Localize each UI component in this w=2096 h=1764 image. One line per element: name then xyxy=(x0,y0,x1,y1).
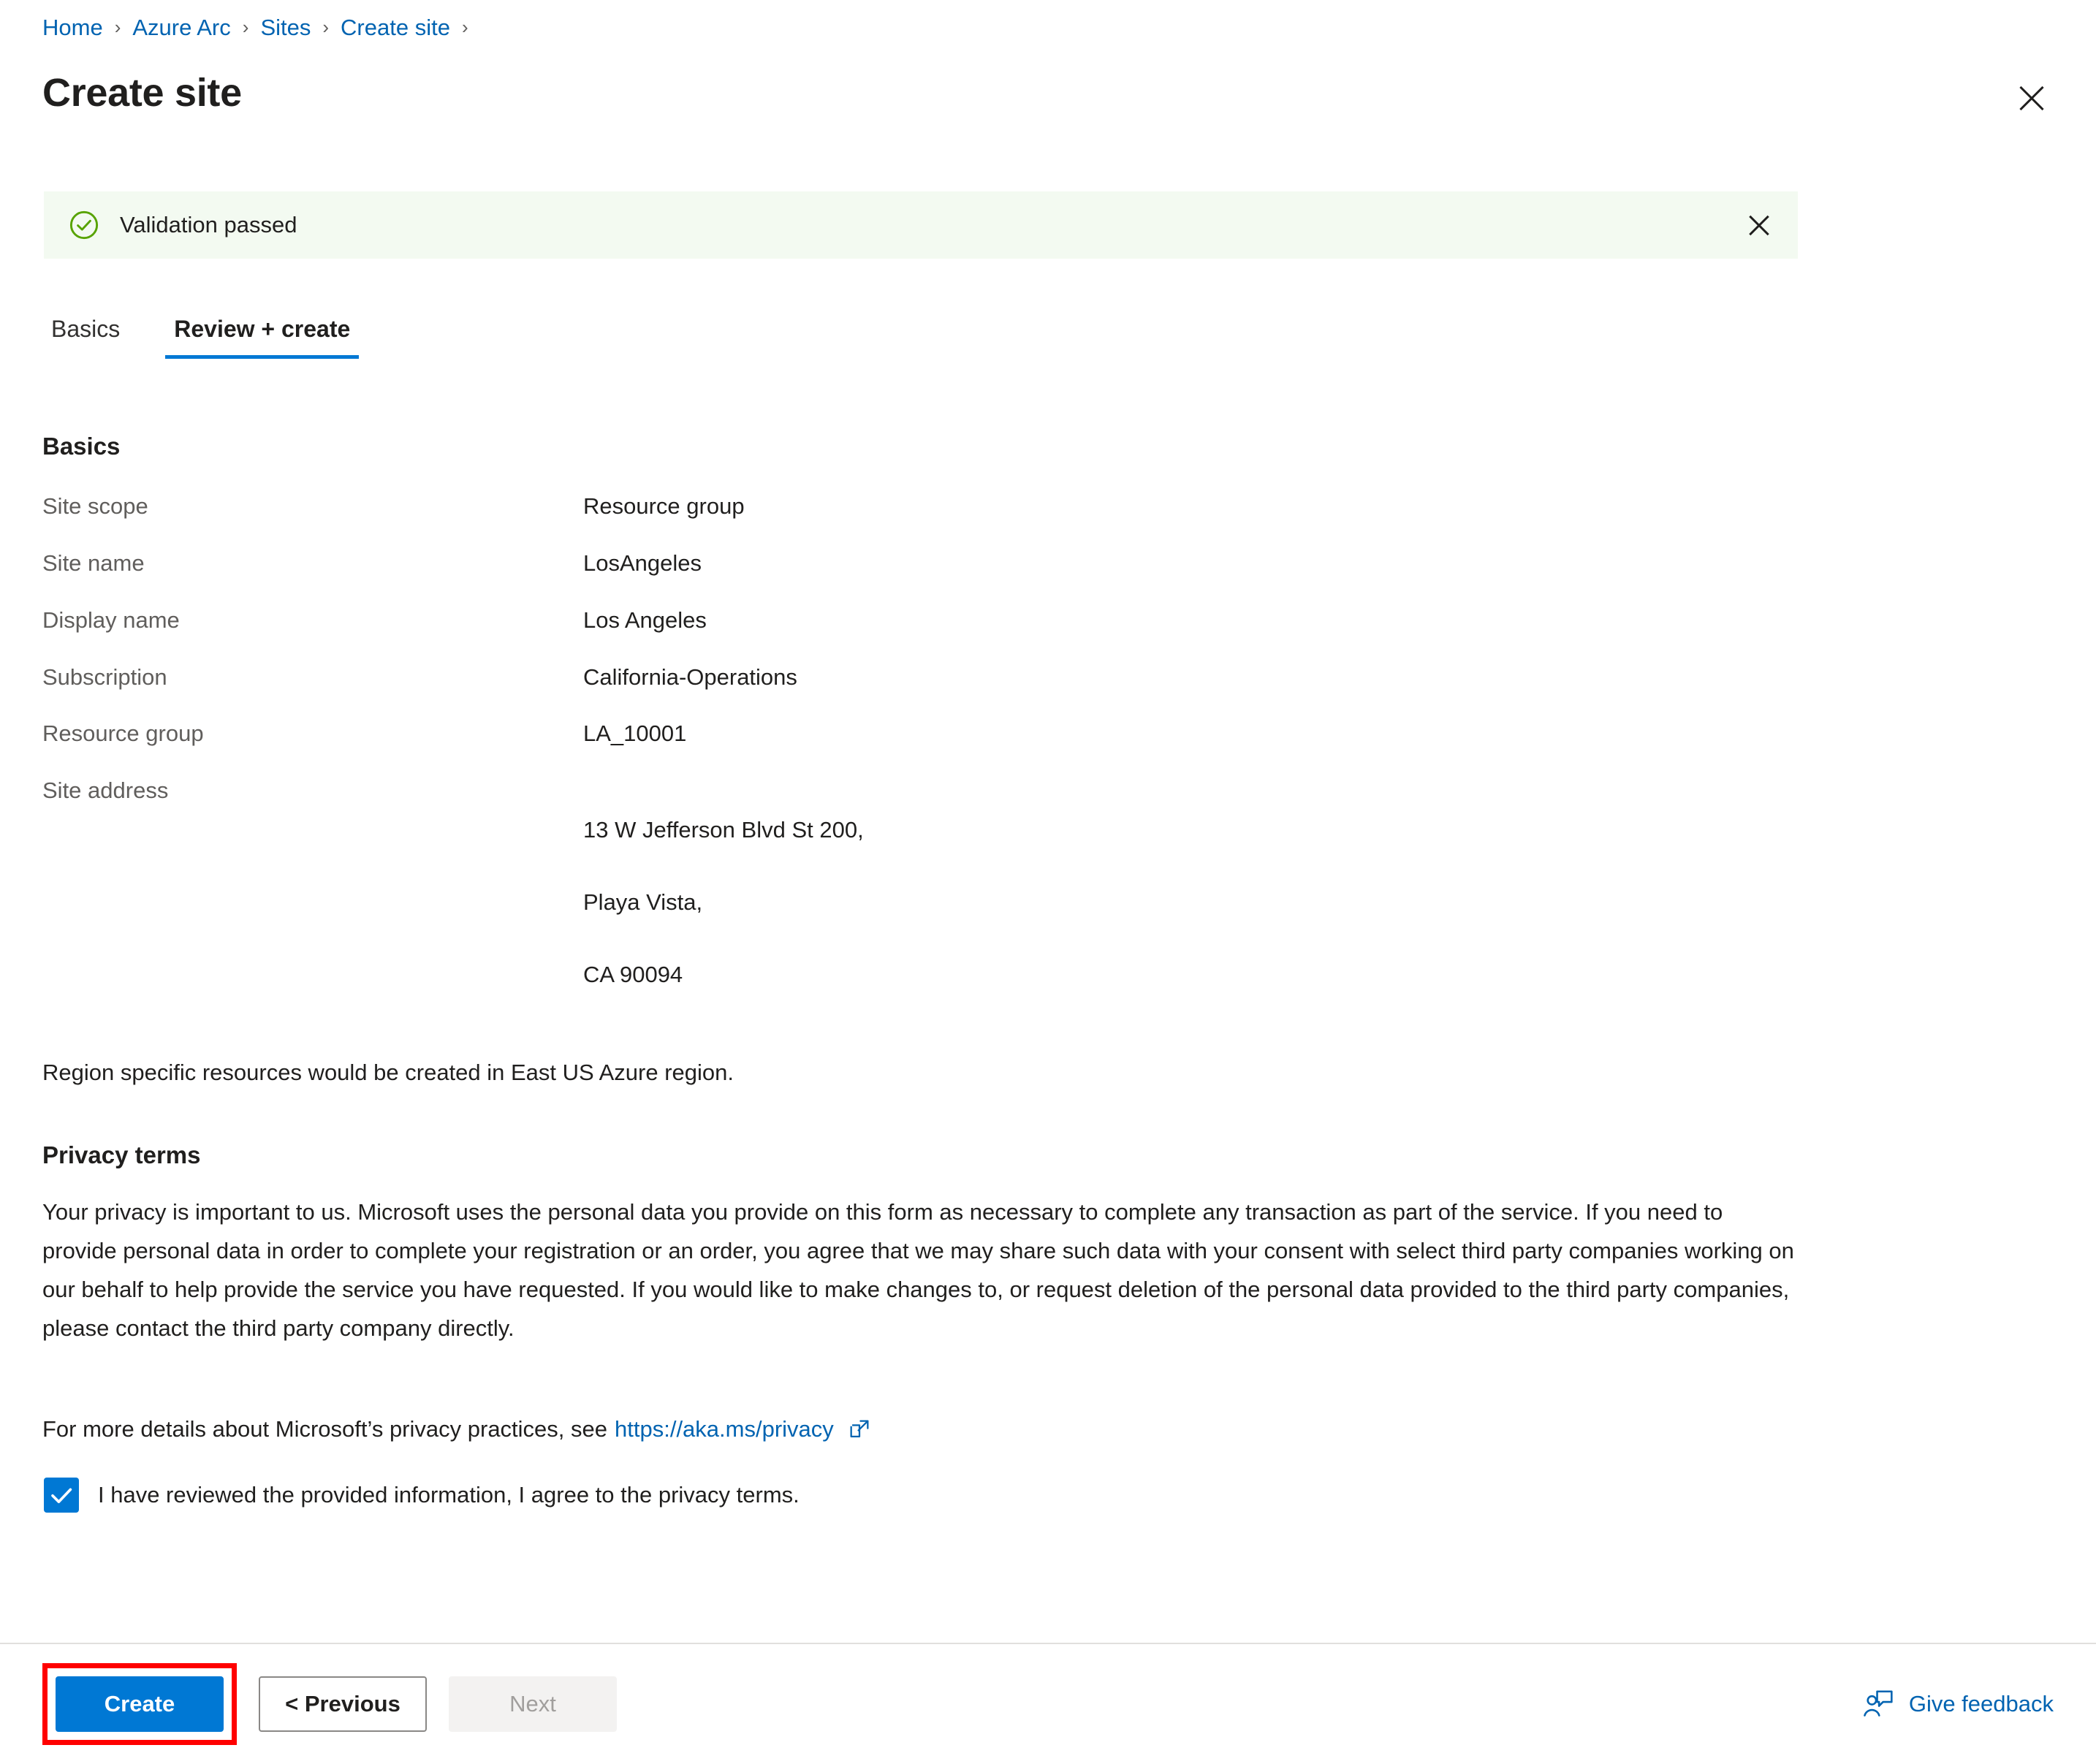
breadcrumb-separator-icon: › xyxy=(461,16,468,38)
page-title: Create site xyxy=(42,71,242,115)
breadcrumb: Home › Azure Arc › Sites › Create site › xyxy=(42,13,480,42)
create-button-highlight: Create xyxy=(42,1663,237,1745)
address-line-3: CA 90094 xyxy=(583,962,683,988)
breadcrumb-separator-icon: › xyxy=(114,16,121,38)
privacy-link-prefix: For more details about Microsoft’s priva… xyxy=(42,1416,608,1442)
summary-value: Los Angeles xyxy=(583,607,707,633)
wizard-footer: Create < Previous Next Give feedback xyxy=(0,1644,2096,1764)
summary-row-site-scope: Site scope Resource group xyxy=(42,491,1796,522)
summary-label: Resource group xyxy=(42,721,204,747)
privacy-consent-row: I have reviewed the provided information… xyxy=(44,1478,800,1513)
summary-row-site-name: Site name LosAngeles xyxy=(42,548,1796,579)
summary-row-display-name: Display name Los Angeles xyxy=(42,605,1796,636)
validation-banner: Validation passed xyxy=(44,191,1798,259)
give-feedback-link[interactable]: Give feedback xyxy=(1862,1688,2054,1720)
privacy-terms-body: Your privacy is important to us. Microso… xyxy=(42,1199,1794,1341)
dismiss-banner-button[interactable] xyxy=(1741,207,1777,243)
title-row: Create site xyxy=(42,71,2052,130)
breadcrumb-separator-icon: › xyxy=(322,16,330,38)
summary-value: California-Operations xyxy=(583,664,797,690)
summary-value: Resource group xyxy=(583,493,745,519)
privacy-consent-label: I have reviewed the provided information… xyxy=(98,1482,800,1508)
summary-row-resource-group: Resource group LA_10001 xyxy=(42,718,1796,749)
basics-summary-table: Site scope Resource group Site name LosA… xyxy=(42,491,1796,1029)
next-button: Next xyxy=(449,1676,617,1732)
summary-value: LosAngeles xyxy=(583,550,702,576)
breadcrumb-item-sites[interactable]: Sites xyxy=(260,15,311,41)
tab-review-create[interactable]: Review + create xyxy=(165,316,360,359)
wizard-tabs: Basics Review + create xyxy=(42,316,360,381)
address-line-1: 13 W Jefferson Blvd St 200, xyxy=(583,816,864,843)
privacy-terms-heading: Privacy terms xyxy=(42,1141,201,1168)
address-line-2: Playa Vista, xyxy=(583,889,703,915)
basics-section-heading: Basics xyxy=(42,433,121,460)
summary-label: Display name xyxy=(42,607,180,633)
summary-label: Site address xyxy=(42,778,169,804)
breadcrumb-item-create-site[interactable]: Create site xyxy=(341,15,450,41)
summary-value: LA_10001 xyxy=(583,721,687,747)
check-circle-icon xyxy=(67,208,101,242)
validation-message: Validation passed xyxy=(120,212,297,237)
breadcrumb-item-azure-arc[interactable]: Azure Arc xyxy=(132,15,230,41)
summary-row-subscription: Subscription California-Operations xyxy=(42,662,1796,693)
close-blade-button[interactable] xyxy=(2011,77,2052,118)
privacy-policy-link[interactable]: https://aka.ms/privacy xyxy=(615,1416,834,1442)
privacy-consent-checkbox[interactable] xyxy=(44,1478,79,1513)
region-note: Region specific resources would be creat… xyxy=(42,1060,734,1085)
breadcrumb-separator-icon: › xyxy=(242,16,249,38)
breadcrumb-item-home[interactable]: Home xyxy=(42,15,103,41)
person-feedback-icon xyxy=(1862,1688,1894,1720)
create-site-blade: Home › Azure Arc › Sites › Create site ›… xyxy=(0,0,2096,1764)
give-feedback-label: Give feedback xyxy=(1908,1691,2054,1717)
summary-row-site-address: Site address 13 W Jefferson Blvd St 200,… xyxy=(42,775,1796,1029)
summary-label: Site name xyxy=(42,550,145,576)
privacy-link-row: For more details about Microsoft’s priva… xyxy=(42,1416,872,1442)
summary-label: Site scope xyxy=(42,493,148,519)
external-link-icon xyxy=(847,1417,872,1442)
summary-value-address: 13 W Jefferson Blvd St 200, Playa Vista,… xyxy=(583,775,1796,1029)
create-button[interactable]: Create xyxy=(56,1676,224,1732)
tab-basics[interactable]: Basics xyxy=(42,316,129,359)
footer-actions: Create < Previous Next xyxy=(42,1663,617,1745)
previous-button[interactable]: < Previous xyxy=(259,1676,427,1732)
summary-label: Subscription xyxy=(42,664,167,690)
